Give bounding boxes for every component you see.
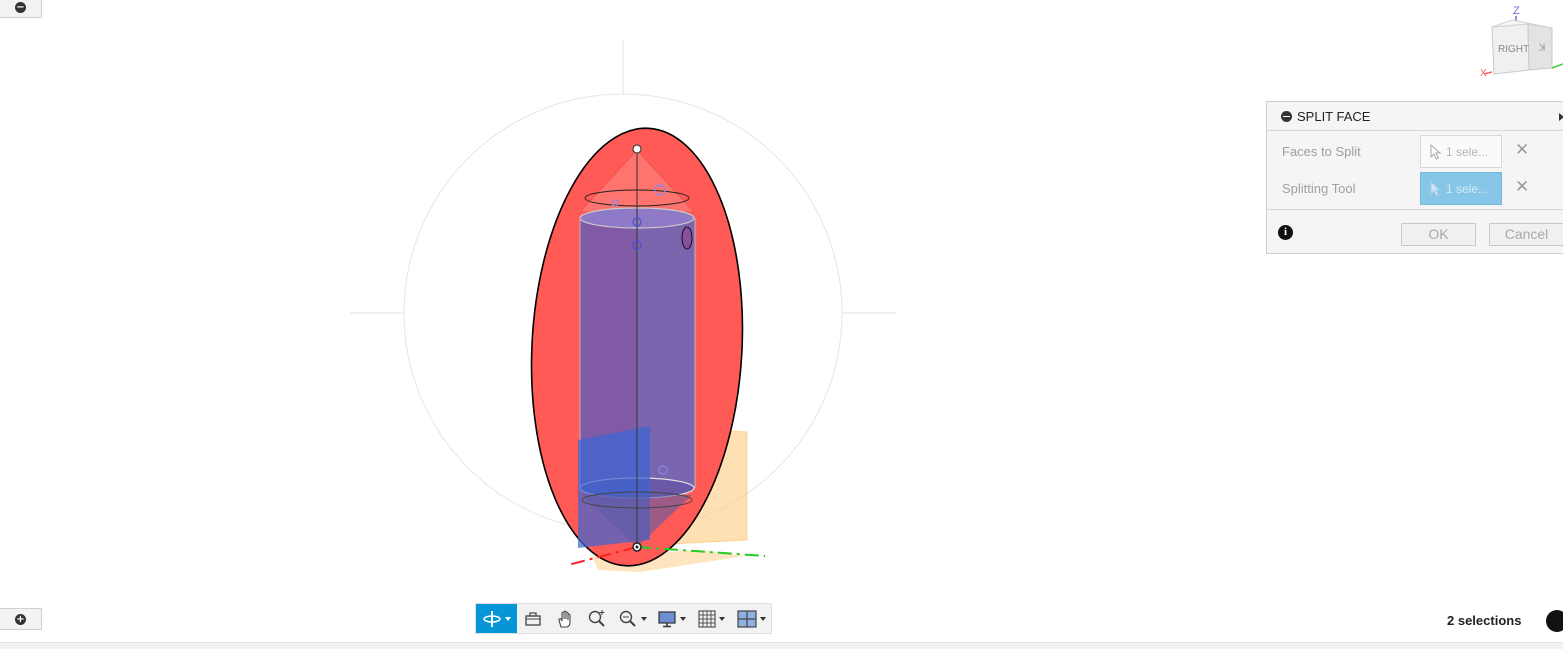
dialog-title: SPLIT FACE: [1297, 108, 1371, 124]
grid-icon: [697, 609, 716, 628]
orbit-icon: [483, 610, 501, 627]
clear-faces-icon[interactable]: ✕: [1515, 142, 1529, 159]
look-at-button[interactable]: [517, 604, 549, 633]
info-icon[interactable]: i: [1278, 225, 1293, 240]
bottom-status-bar: [0, 642, 1563, 649]
collapse-dialog-icon[interactable]: [1281, 110, 1292, 122]
zoom-button[interactable]: [581, 604, 613, 633]
pan-button[interactable]: [549, 604, 581, 633]
zoom-icon: [588, 609, 605, 627]
plus-circle-icon: +: [15, 613, 26, 625]
split-face-dialog: SPLIT FACE Faces to Split 1 sele... ✕ Sp…: [1266, 101, 1563, 254]
chevron-down-icon[interactable]: [505, 616, 511, 621]
look-at-icon: [525, 611, 541, 626]
display-settings-icon: [657, 610, 676, 627]
ok-button[interactable]: OK: [1401, 223, 1476, 246]
side-hole[interactable]: [681, 226, 693, 250]
expand-timeline-button[interactable]: +: [0, 608, 42, 630]
splitting-tool-row: Splitting Tool 1 sele... ✕: [1267, 172, 1563, 208]
dialog-header[interactable]: SPLIT FACE: [1267, 102, 1563, 131]
viewcube-side-glyph: ꓘ: [1538, 43, 1546, 54]
clear-tool-icon[interactable]: ✕: [1515, 179, 1529, 196]
viewports-icon: [736, 609, 757, 628]
origin-dot: [635, 545, 639, 549]
fusion-canvas-app: − + Z RIGHT ꓘ X SPLIT FACE Faces to Spli…: [0, 0, 1563, 649]
expand-arrow-icon[interactable]: [1559, 113, 1563, 121]
pan-icon: [558, 609, 571, 628]
display-settings-button[interactable]: [651, 604, 691, 633]
fit-icon: [619, 610, 636, 627]
minus-circle-icon: −: [15, 1, 26, 13]
viewcube-axis-x: X: [1480, 68, 1487, 79]
viewports-button[interactable]: [731, 604, 771, 633]
top-vertex-point[interactable]: [632, 144, 642, 154]
cancel-button[interactable]: Cancel: [1489, 223, 1563, 246]
chevron-down-icon[interactable]: [718, 616, 725, 621]
viewcube-face-label: RIGHT: [1498, 44, 1529, 55]
faces-to-split-value: 1 sele...: [1446, 144, 1489, 159]
select-cursor-icon: [1430, 180, 1442, 197]
selection-count: 2 selections: [1447, 613, 1522, 628]
chevron-down-icon[interactable]: [759, 616, 766, 621]
grid-settings-button[interactable]: [691, 604, 731, 633]
viewcube-y-line: [1551, 63, 1563, 69]
select-cursor-icon: [1430, 143, 1442, 160]
chevron-down-icon[interactable]: [679, 616, 686, 621]
3d-viewport[interactable]: [0, 0, 1563, 642]
faces-to-split-row: Faces to Split 1 sele... ✕: [1267, 135, 1563, 171]
chevron-down-icon[interactable]: [640, 616, 647, 621]
orbit-button[interactable]: [476, 604, 517, 633]
splitting-tool-value: 1 sele...: [1446, 181, 1489, 196]
navigation-toolbar: [475, 603, 772, 634]
dialog-footer: i OK Cancel: [1267, 209, 1563, 255]
splitting-tool-label: Splitting Tool: [1282, 181, 1356, 196]
faces-to-split-label: Faces to Split: [1282, 144, 1361, 159]
status-indicator-icon[interactable]: [1546, 610, 1563, 632]
viewcube-axis-z: Z: [1513, 5, 1520, 17]
faces-to-split-selector[interactable]: 1 sele...: [1420, 135, 1502, 168]
fit-button[interactable]: [613, 604, 651, 633]
splitting-tool-selector[interactable]: 1 sele...: [1420, 172, 1502, 205]
collapse-browser-button[interactable]: −: [0, 0, 42, 18]
viewcube[interactable]: Z RIGHT ꓘ X: [1476, 2, 1563, 82]
